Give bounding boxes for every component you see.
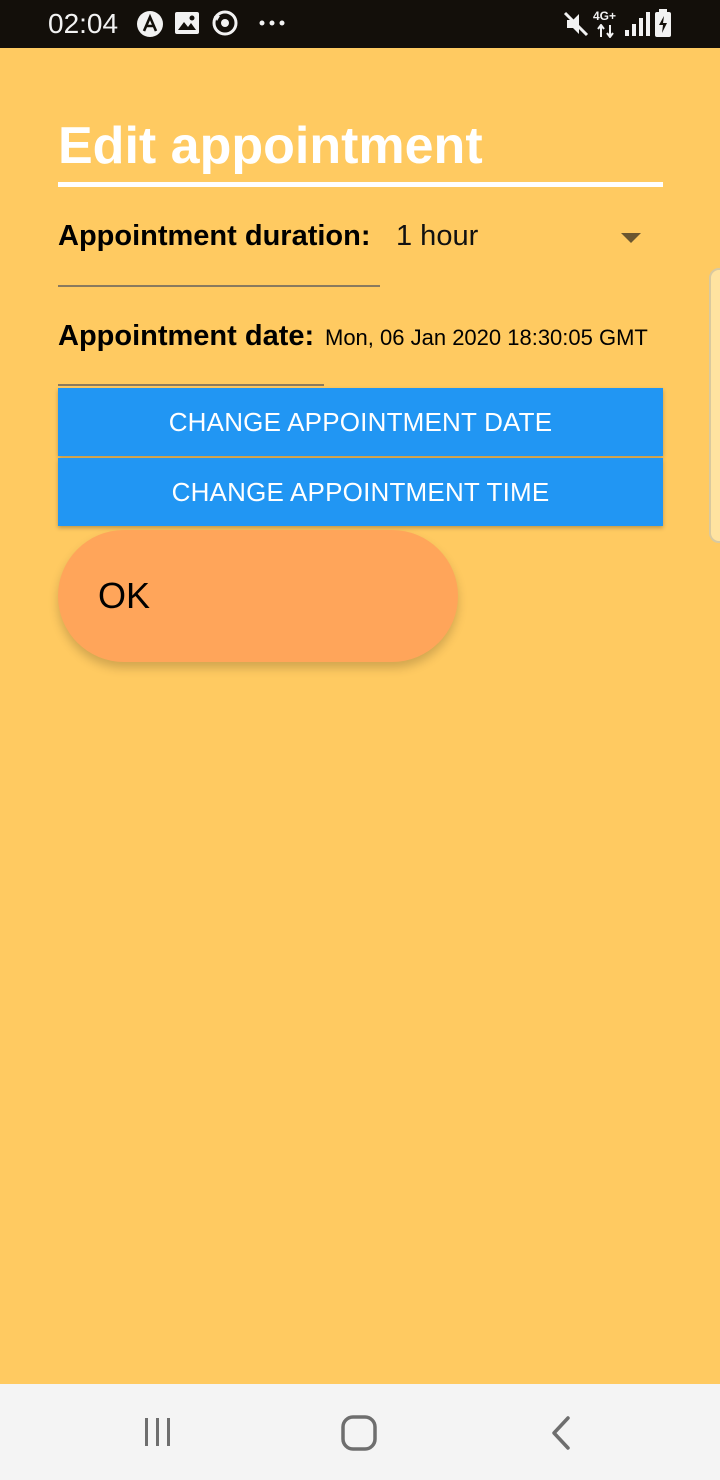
- recent-apps-icon[interactable]: [140, 1414, 176, 1450]
- change-time-button[interactable]: CHANGE APPOINTMENT TIME: [58, 458, 663, 526]
- ok-button[interactable]: OK: [58, 530, 458, 662]
- signal-icon: [625, 12, 650, 36]
- navigation-bar: [0, 1384, 720, 1480]
- battery-charging-icon: [655, 9, 671, 37]
- date-label: Appointment date:: [58, 320, 315, 352]
- network-type: 4G+: [593, 9, 617, 23]
- back-icon[interactable]: [546, 1414, 576, 1452]
- duration-underline: [58, 285, 380, 287]
- home-icon[interactable]: [340, 1414, 378, 1452]
- mute-icon: [563, 11, 589, 37]
- page-title: Edit appointment: [58, 117, 483, 175]
- date-value: Mon, 06 Jan 2020 18:30:05 GMT: [325, 325, 648, 350]
- edit-appointment-screen: Edit appointment Appointment duration: 1…: [0, 48, 720, 1384]
- more-dots-icon: [259, 20, 285, 26]
- change-date-button[interactable]: CHANGE APPOINTMENT DATE: [58, 388, 663, 456]
- date-underline: [58, 384, 324, 386]
- a-app-icon: [137, 11, 163, 37]
- duration-value[interactable]: 1 hour: [396, 220, 478, 253]
- sync-icon: [212, 10, 238, 36]
- data-arrows-icon: [597, 24, 614, 38]
- image-icon: [175, 12, 199, 34]
- duration-label: Appointment duration:: [58, 220, 371, 252]
- status-bar: 02:04 4G+: [0, 0, 720, 48]
- edge-panel-handle[interactable]: [709, 268, 720, 543]
- title-underline: [58, 182, 663, 187]
- chevron-down-icon[interactable]: [621, 233, 641, 243]
- status-time: 02:04: [48, 8, 119, 39]
